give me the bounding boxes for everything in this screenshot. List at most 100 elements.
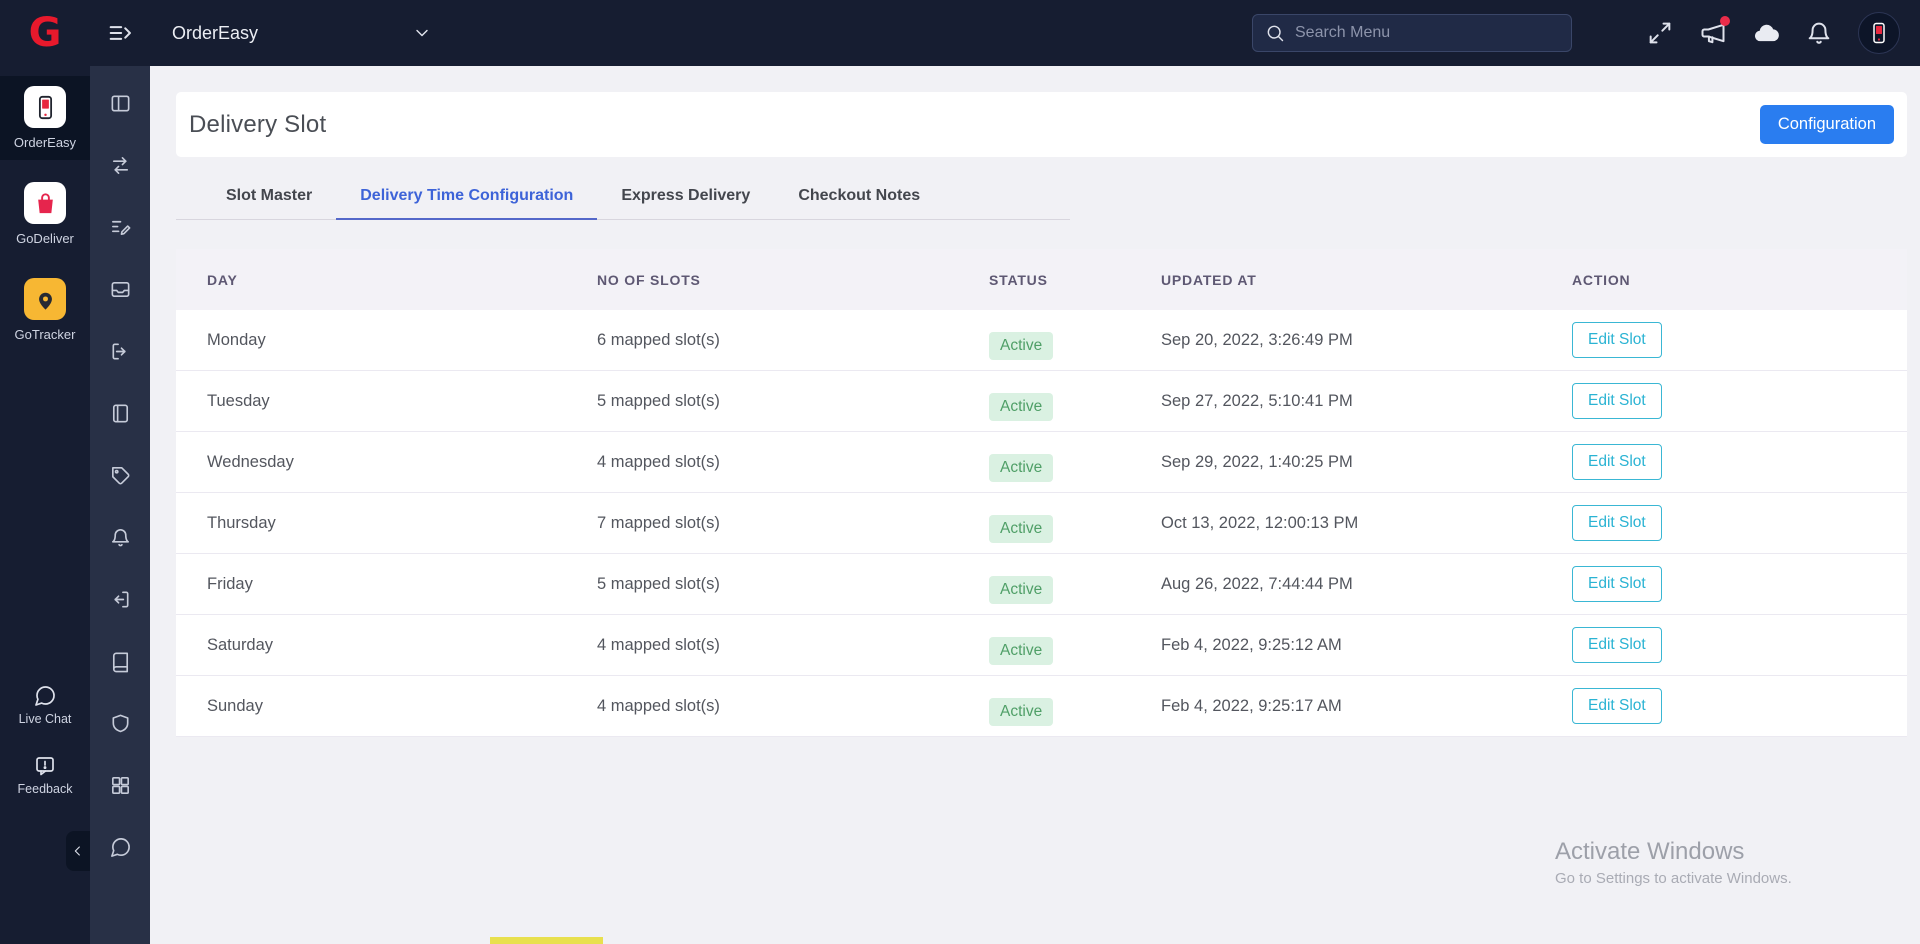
tab-delivery-time-configuration[interactable]: Delivery Time Configuration [336, 187, 597, 220]
bell-icon[interactable] [1805, 19, 1833, 47]
sidebar-app-godeliver[interactable]: GoDeliver [0, 172, 90, 256]
updated-cell: Sep 27, 2022, 5:10:41 PM [1161, 392, 1572, 411]
updated-cell: Aug 26, 2022, 7:44:44 PM [1161, 575, 1572, 594]
slots-cell: 6 mapped slot(s) [597, 331, 989, 350]
table-row: Wednesday 4 mapped slot(s) Active Sep 29… [176, 432, 1907, 493]
day-cell: Tuesday [207, 392, 597, 411]
shield-icon[interactable] [109, 712, 132, 735]
slots-cell: 4 mapped slot(s) [597, 453, 989, 472]
edit-slot-button[interactable]: Edit Slot [1572, 688, 1662, 724]
notification-dot [1720, 16, 1730, 26]
announcement-icon[interactable] [1699, 19, 1727, 47]
app-label: GoDeliver [16, 231, 74, 246]
day-cell: Friday [207, 575, 597, 594]
godeliver-app-icon [24, 182, 66, 224]
topbar-actions [1646, 0, 1900, 66]
phone-icon [1867, 21, 1891, 45]
edit-slot-button[interactable]: Edit Slot [1572, 322, 1662, 358]
updated-cell: Sep 20, 2022, 3:26:49 PM [1161, 331, 1572, 350]
sidebar-app-gotracker[interactable]: GoTracker [0, 268, 90, 352]
search-bar[interactable] [1252, 14, 1572, 52]
menu-rail [90, 66, 150, 944]
sidebar-toggle-icon[interactable] [106, 19, 134, 47]
chat-icon[interactable] [109, 836, 132, 859]
app-rail: OrderEasy GoDeliver GoTracker [0, 66, 90, 944]
day-cell: Monday [207, 331, 597, 350]
search-icon [1265, 23, 1285, 43]
feedback-label: Feedback [18, 782, 73, 796]
updated-cell: Feb 4, 2022, 9:25:17 AM [1161, 697, 1572, 716]
table-row: Thursday 7 mapped slot(s) Active Oct 13,… [176, 493, 1907, 554]
column-header-slots: NO OF SLOTS [597, 272, 989, 288]
table-row: Sunday 4 mapped slot(s) Active Feb 4, 20… [176, 676, 1907, 737]
tab-slot-master[interactable]: Slot Master [202, 187, 336, 219]
day-cell: Sunday [207, 697, 597, 716]
layout-icon[interactable] [109, 92, 132, 115]
app-label: OrderEasy [14, 135, 76, 150]
tab-checkout-notes[interactable]: Checkout Notes [774, 187, 944, 219]
status-badge: Active [989, 576, 1053, 604]
column-header-updated: UPDATED AT [1161, 272, 1572, 288]
windows-activation-watermark: Activate Windows Go to Settings to activ… [1555, 838, 1792, 887]
table-row: Saturday 4 mapped slot(s) Active Feb 4, … [176, 615, 1907, 676]
page-header: Delivery Slot Configuration [176, 92, 1907, 157]
table-row: Tuesday 5 mapped slot(s) Active Sep 27, … [176, 371, 1907, 432]
sidebar-app-ordereasy[interactable]: OrderEasy [0, 76, 90, 160]
inbox-icon[interactable] [109, 278, 132, 301]
bottom-page-fragment [490, 937, 603, 944]
watermark-title: Activate Windows [1555, 838, 1792, 866]
live-chat-button[interactable]: Live Chat [19, 684, 72, 726]
slots-cell: 5 mapped slot(s) [597, 575, 989, 594]
edit-slot-button[interactable]: Edit Slot [1572, 566, 1662, 602]
day-cell: Saturday [207, 636, 597, 655]
updated-cell: Sep 29, 2022, 1:40:25 PM [1161, 453, 1572, 472]
feedback-button[interactable]: Feedback [18, 754, 73, 796]
column-header-action: ACTION [1572, 272, 1907, 288]
table-row: Monday 6 mapped slot(s) Active Sep 20, 2… [176, 310, 1907, 371]
app-switcher-label: OrderEasy [172, 23, 258, 44]
chevron-left-icon [70, 843, 86, 859]
slots-cell: 4 mapped slot(s) [597, 636, 989, 655]
fullscreen-icon[interactable] [1646, 19, 1674, 47]
day-cell: Wednesday [207, 453, 597, 472]
status-badge: Active [989, 515, 1053, 543]
login-icon[interactable] [109, 340, 132, 363]
transfer-icon[interactable] [109, 154, 132, 177]
column-header-day: DAY [207, 272, 597, 288]
cloud-icon[interactable] [1752, 19, 1780, 47]
slots-cell: 5 mapped slot(s) [597, 392, 989, 411]
brand-logo: G [0, 0, 90, 66]
delivery-slot-table: DAY NO OF SLOTS STATUS UPDATED AT ACTION… [176, 249, 1907, 737]
watermark-subtitle: Go to Settings to activate Windows. [1555, 870, 1792, 887]
table-row: Friday 5 mapped slot(s) Active Aug 26, 2… [176, 554, 1907, 615]
tab-bar: Slot Master Delivery Time Configuration … [176, 176, 1070, 220]
status-badge: Active [989, 393, 1053, 421]
edit-slot-button[interactable]: Edit Slot [1572, 444, 1662, 480]
grid-icon[interactable] [109, 774, 132, 797]
edit-slot-button[interactable]: Edit Slot [1572, 627, 1662, 663]
app-switcher-dropdown[interactable]: OrderEasy [172, 0, 432, 66]
column-header-status: STATUS [989, 272, 1161, 288]
tab-express-delivery[interactable]: Express Delivery [597, 187, 774, 219]
bell-icon[interactable] [109, 526, 132, 549]
updated-cell: Oct 13, 2022, 12:00:13 PM [1161, 514, 1572, 533]
sidebar-collapse-handle[interactable] [66, 831, 90, 871]
configuration-button[interactable]: Configuration [1760, 105, 1894, 144]
form-edit-icon[interactable] [109, 216, 132, 239]
search-input[interactable] [1295, 24, 1559, 42]
book-icon[interactable] [109, 650, 132, 673]
day-cell: Thursday [207, 514, 597, 533]
feedback-icon [33, 754, 57, 778]
logout-icon[interactable] [109, 588, 132, 611]
status-badge: Active [989, 454, 1053, 482]
user-avatar[interactable] [1858, 12, 1900, 54]
edit-slot-button[interactable]: Edit Slot [1572, 383, 1662, 419]
slots-cell: 4 mapped slot(s) [597, 697, 989, 716]
tag-icon[interactable] [109, 464, 132, 487]
updated-cell: Feb 4, 2022, 9:25:12 AM [1161, 636, 1572, 655]
edit-slot-button[interactable]: Edit Slot [1572, 505, 1662, 541]
live-chat-icon [33, 684, 57, 708]
app-label: GoTracker [15, 327, 76, 342]
notebook-icon[interactable] [109, 402, 132, 425]
slots-cell: 7 mapped slot(s) [597, 514, 989, 533]
